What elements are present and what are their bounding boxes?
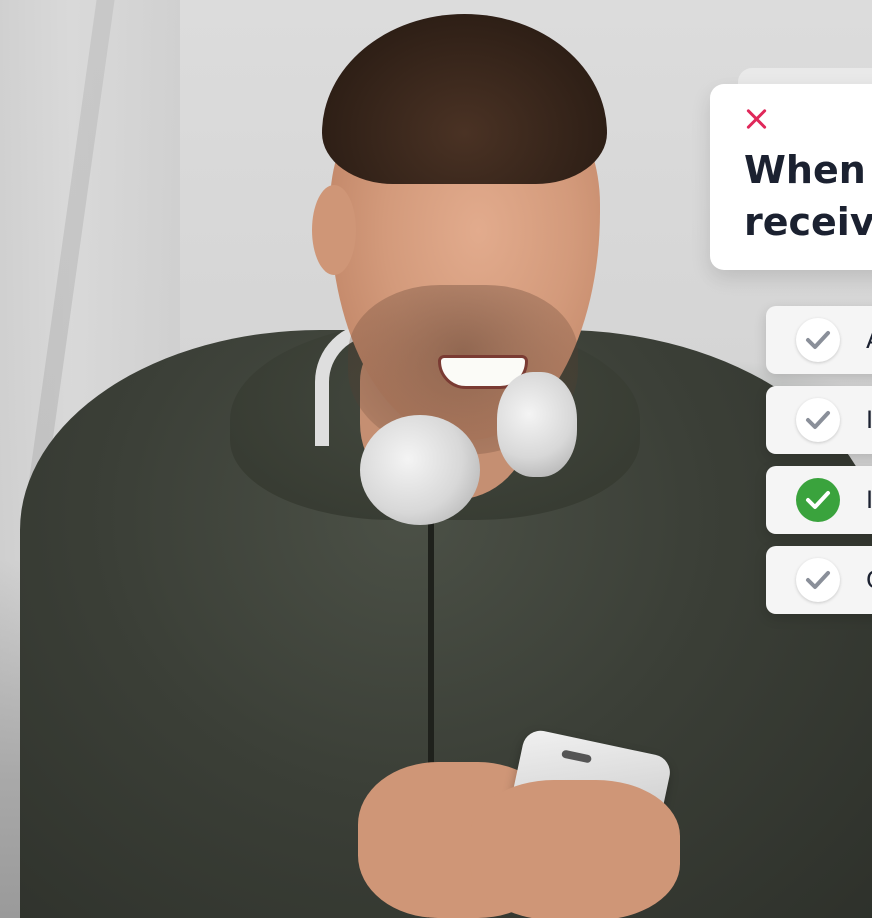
answer-option-label: C [866, 566, 872, 594]
check-icon [796, 558, 840, 602]
check-icon [796, 318, 840, 362]
phone-camera [561, 749, 593, 764]
answer-options: A I I C [766, 306, 872, 626]
answer-option-label: I [866, 406, 872, 434]
answer-option-3-selected[interactable]: I [766, 466, 872, 534]
ear [312, 185, 356, 275]
headphone-right [497, 372, 577, 477]
headphone-left [360, 415, 480, 525]
answer-option-2[interactable]: I [766, 386, 872, 454]
answer-option-1[interactable]: A [766, 306, 872, 374]
photo-scene: When receive A I I C [0, 0, 872, 918]
answer-option-4[interactable]: C [766, 546, 872, 614]
answer-option-label: I [866, 486, 872, 514]
question-line-1: When [744, 148, 866, 192]
hand-right [470, 780, 680, 918]
question-line-2: receive [744, 200, 872, 244]
question-card: When receive [710, 84, 872, 270]
close-icon[interactable] [744, 106, 770, 132]
check-icon [796, 398, 840, 442]
hair [322, 14, 607, 184]
check-selected-icon [796, 478, 840, 522]
answer-option-label: A [866, 326, 872, 354]
